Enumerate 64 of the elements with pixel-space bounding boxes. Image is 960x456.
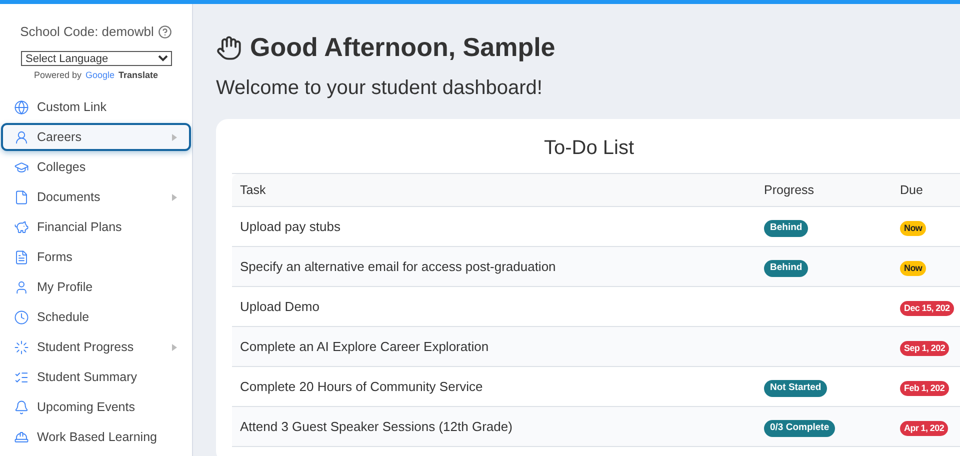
sidebar-item[interactable]: My Profile xyxy=(1,273,191,301)
translate-link[interactable]: Translate xyxy=(118,68,158,82)
graduation-cap-icon xyxy=(14,160,29,174)
progress-badge: Behind xyxy=(764,260,808,277)
file-icon xyxy=(14,190,29,204)
column-header: Due xyxy=(900,182,923,197)
sidebar-item[interactable]: Work Based Learning xyxy=(1,423,191,451)
sidebar-item[interactable]: Colleges xyxy=(1,153,191,181)
task-cell: Specify an alternative email for access post-graduation xyxy=(240,258,556,274)
clock-icon xyxy=(14,310,29,324)
form-icon xyxy=(14,250,29,264)
sidebar-item-label: Custom Link xyxy=(37,98,108,116)
task-cell: Complete an AI Explore Career Exploration xyxy=(240,338,489,354)
sidebar-item-label: Colleges xyxy=(37,158,87,176)
sidebar-item-label: Careers xyxy=(37,128,82,146)
column-header: Task xyxy=(240,182,266,197)
todo-title: To-Do List xyxy=(542,136,636,161)
sidebar-item-label: Student Summary xyxy=(37,368,138,386)
due-badge: Now xyxy=(900,260,926,276)
sidebar-item[interactable]: Documents xyxy=(1,183,191,211)
due-badge: Sep 1, 202 xyxy=(900,340,950,356)
task-cell: Attend 3 Guest Speaker Sessions (12th Grade) xyxy=(240,418,512,434)
sidebar-item[interactable]: Careers xyxy=(1,123,191,151)
checklist-icon xyxy=(14,370,29,384)
task-cell: Upload Demo xyxy=(240,298,320,314)
piggy-bank-icon xyxy=(14,220,29,234)
sidebar-item[interactable]: Upcoming Events xyxy=(1,393,191,421)
sidebar-item[interactable]: Financial Plans xyxy=(1,213,191,241)
sidebar-item[interactable]: Student Summary xyxy=(1,363,191,391)
language-select[interactable]: Select Language xyxy=(20,50,172,66)
due-badge: Feb 1, 202 xyxy=(900,380,949,396)
sidebar-item-label: Documents xyxy=(37,188,102,206)
sidebar-item[interactable]: Forms xyxy=(1,243,191,271)
person-icon xyxy=(14,130,29,144)
task-cell: Upload pay stubs xyxy=(240,218,340,234)
sidebar-item-label: Forms xyxy=(37,248,74,266)
due-badge: Now xyxy=(900,220,926,236)
help-icon[interactable] xyxy=(158,24,172,39)
sidebar-item-label: Schedule xyxy=(37,308,90,326)
due-badge: Apr 1, 202 xyxy=(900,420,948,436)
bell-icon xyxy=(14,400,29,414)
hard-hat-icon xyxy=(14,430,29,444)
greeting-heading: Good Afternoon, Sample xyxy=(250,31,556,64)
progress-badge: 0/3 Complete xyxy=(764,420,836,437)
sidebar-item-label: Upcoming Events xyxy=(37,398,136,416)
sidebar-item[interactable]: Student Progress xyxy=(1,333,191,361)
column-header: Progress xyxy=(764,182,814,197)
sidebar-item-label: Work Based Learning xyxy=(37,428,158,446)
powered-by-text: Powered by xyxy=(34,68,82,82)
welcome-text: Welcome to your student dashboard! xyxy=(216,76,544,101)
user-icon xyxy=(14,280,29,294)
school-code: School Code: demowbl xyxy=(20,23,154,41)
sidebar-item[interactable]: Schedule xyxy=(1,303,191,331)
progress-badge: Behind xyxy=(764,220,808,237)
globe-icon xyxy=(14,100,29,114)
sidebar-item[interactable]: Custom Link xyxy=(1,93,191,121)
waving-hand-icon xyxy=(216,34,242,60)
task-cell: Complete 20 Hours of Community Service xyxy=(240,378,483,394)
due-badge: Dec 15, 202 xyxy=(900,300,954,316)
progress-badge: Not Started xyxy=(764,380,828,397)
google-logo: Google xyxy=(85,68,115,82)
sidebar-item-label: My Profile xyxy=(37,278,94,296)
sidebar-item-label: Financial Plans xyxy=(37,218,123,236)
sidebar-item-label: Student Progress xyxy=(37,338,135,356)
